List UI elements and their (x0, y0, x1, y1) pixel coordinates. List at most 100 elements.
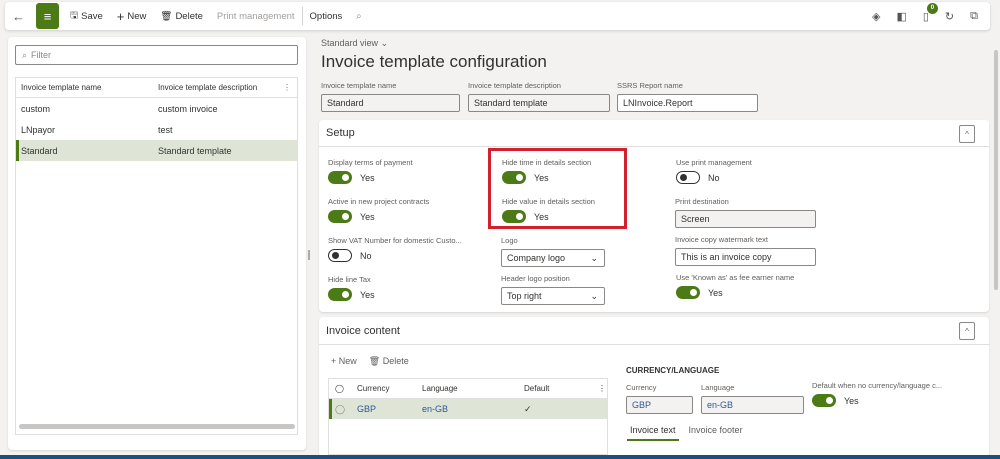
toggle-switch[interactable] (328, 249, 352, 262)
refresh-icon[interactable]: ↻ (945, 10, 954, 23)
template-description-input[interactable]: Standard template (468, 94, 610, 112)
trash-icon: 🗑 (160, 10, 173, 22)
header-logo-position-field: Header logo position Top right ⌄ (501, 274, 605, 305)
toggle-switch[interactable] (328, 171, 352, 184)
page-title: Invoice template configuration (321, 52, 547, 71)
more-icon[interactable]: ⋮ (598, 384, 606, 393)
table-row[interactable]: custom custom invoice (16, 98, 297, 119)
search-icon[interactable]: ⌕ (349, 2, 368, 30)
save-label: Save (81, 10, 103, 22)
search-icon: ⌕ (22, 49, 28, 60)
chevron-down-icon: ⌄ (380, 38, 389, 48)
view-selector[interactable]: Standard view ⌄ (321, 38, 388, 49)
print-destination-input[interactable]: Screen (675, 210, 816, 228)
cell-name: LNpayor (21, 124, 56, 135)
options-button[interactable]: Options (303, 2, 350, 30)
column-header-default[interactable]: Default (524, 384, 598, 393)
field-label: SSRS Report name (617, 81, 683, 90)
field-label: Use print management (676, 158, 752, 167)
field-label: Language (701, 383, 735, 392)
field-label: Active in new project contracts (328, 197, 430, 206)
plus-icon: + (116, 8, 125, 24)
more-icon[interactable]: ⋮ (283, 83, 297, 92)
logo-field: Logo Company logo ⌄ (501, 236, 605, 267)
cell-description: Standard template (158, 145, 232, 156)
column-header-language[interactable]: Language (422, 384, 524, 393)
row-radio[interactable]: ◯ (332, 404, 357, 415)
header-logo-position-dropdown[interactable]: Top right ⌄ (501, 287, 605, 305)
field-label: Invoice template description (468, 81, 561, 90)
toggle-switch[interactable] (812, 394, 836, 407)
language-input[interactable]: en-GB (701, 396, 804, 414)
filter-input[interactable]: ⌕ Filter (15, 45, 298, 65)
filter-placeholder: Filter (31, 50, 52, 60)
splitter-handle[interactable] (308, 250, 310, 260)
office-icon[interactable]: ◧ (896, 10, 906, 23)
cell-description: test (158, 124, 173, 135)
new-line-button[interactable]: + New (331, 356, 357, 367)
menu-icon[interactable]: ≡ (36, 3, 59, 29)
new-button[interactable]: + New (110, 2, 154, 30)
toggle-switch[interactable] (676, 286, 700, 299)
delete-label: Delete (175, 10, 203, 22)
column-header-name[interactable]: Invoice template name (16, 83, 158, 92)
diamond-icon[interactable]: ◈ (872, 10, 880, 23)
known-as-field: Use 'Known as' as fee earner name Yes (676, 273, 794, 299)
back-button[interactable]: ← (5, 2, 32, 30)
field-label: Header logo position (501, 274, 570, 283)
vertical-scrollbar[interactable] (994, 50, 998, 290)
toggle-switch[interactable] (328, 288, 352, 301)
template-description-field: Invoice template description Standard tem… (468, 81, 610, 112)
collapse-button[interactable]: ^ (959, 322, 975, 340)
watermark-input[interactable]: This is an invoice copy (675, 248, 816, 266)
popout-icon[interactable]: ⧉ (970, 10, 978, 23)
cell-name: Standard (21, 145, 58, 156)
template-name-field: Invoice template name Standard (321, 81, 460, 112)
cell-currency[interactable]: GBP (357, 404, 422, 414)
default-field: Default when no currency/language c... Ye… (812, 381, 942, 407)
toggle-value: Yes (360, 211, 375, 222)
field-label: Invoice template name (321, 81, 397, 90)
collapse-button[interactable]: ^ (959, 125, 975, 143)
field-label: Logo (501, 236, 518, 245)
horizontal-scrollbar[interactable] (19, 424, 295, 429)
field-label: Hide line Tax (328, 275, 371, 284)
table-row-selected[interactable]: Standard Standard template (16, 140, 297, 161)
currency-input[interactable]: GBP (626, 396, 693, 414)
column-header-description[interactable]: Invoice template description (158, 83, 283, 92)
template-grid: Invoice template name Invoice template de… (15, 77, 298, 435)
column-header-currency[interactable]: Currency (357, 384, 422, 393)
logo-dropdown[interactable]: Company logo ⌄ (501, 249, 605, 267)
ssrs-report-input[interactable]: LNInvoice.Report (617, 94, 758, 112)
display-terms-field: Display terms of payment Yes (328, 158, 413, 184)
toggle-value: Yes (360, 172, 375, 183)
toggle-value: No (708, 172, 720, 183)
toggle-value: Yes (844, 395, 859, 406)
notifications-icon[interactable]: ▯ 0 (923, 2, 938, 23)
select-all-radio[interactable]: ◯ (329, 384, 357, 393)
delete-button[interactable]: 🗑 Delete (153, 2, 210, 30)
tab-invoice-text[interactable]: Invoice text (627, 425, 679, 441)
cell-description: custom invoice (158, 103, 218, 114)
chevron-down-icon: ⌄ (590, 252, 598, 263)
tab-invoice-footer[interactable]: Invoice footer (689, 425, 743, 441)
toggle-switch[interactable] (676, 171, 700, 184)
currency-field: Currency GBP (626, 383, 693, 414)
print-destination-field: Print destination Screen (675, 197, 816, 228)
print-management-button[interactable]: Print management (210, 2, 302, 30)
cell-name: custom (21, 103, 51, 114)
table-row[interactable]: LNpayor test (16, 119, 297, 140)
currency-grid: ◯ Currency Language Default ⋮ ◯ GBP en-G… (328, 378, 608, 455)
template-name-input[interactable]: Standard (321, 94, 460, 112)
table-row-selected[interactable]: ◯ GBP en-GB ✓ (329, 399, 607, 419)
toggle-switch[interactable] (328, 210, 352, 223)
dropdown-value: Top right (507, 291, 542, 301)
field-label: Default when no currency/language c... (812, 381, 943, 390)
save-button[interactable]: 🖫 Save (63, 2, 110, 30)
check-icon: ✓ (524, 403, 532, 414)
currency-language-heading: CURRENCY/LANGUAGE (626, 366, 720, 375)
notification-badge: 0 (926, 2, 938, 14)
ssrs-report-field: SSRS Report name LNInvoice.Report (617, 81, 758, 112)
action-pane: ← ≡ 🖫 Save + New 🗑 Delete Print management … (5, 2, 990, 30)
delete-line-button[interactable]: 🗑 Delete (369, 356, 409, 367)
